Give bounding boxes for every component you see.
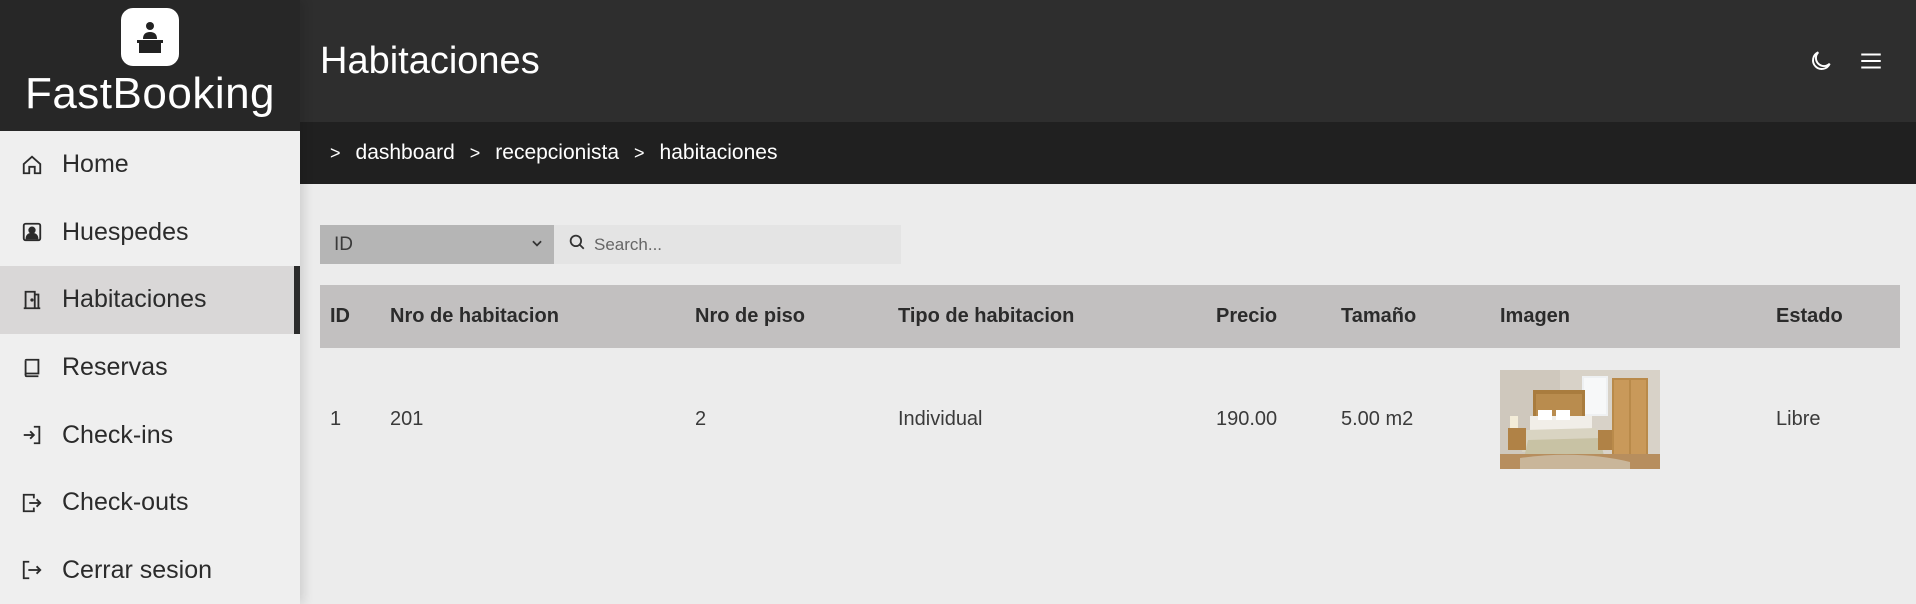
page-title: Habitaciones — [320, 39, 540, 82]
menu-icon[interactable] — [1856, 46, 1886, 76]
sidebar-item-cerrar-sesion[interactable]: Cerrar sesion — [0, 537, 300, 604]
column-header-id[interactable]: ID — [320, 285, 380, 348]
table-row[interactable]: 1 201 2 Individual 190.00 5.00 m2 Libre — [320, 348, 1900, 491]
table-header-row: ID Nro de habitacion Nro de piso Tipo de… — [320, 285, 1900, 348]
logout-box-icon — [20, 491, 44, 515]
moon-icon[interactable] — [1806, 46, 1836, 76]
topbar-actions — [1806, 46, 1886, 76]
chevron-right-icon: > — [469, 142, 481, 163]
breadcrumb-dashboard[interactable]: dashboard — [356, 141, 455, 165]
home-icon — [20, 153, 44, 177]
column-header-precio[interactable]: Precio — [1206, 285, 1331, 348]
cell-id: 1 — [330, 408, 342, 430]
chevron-down-icon — [530, 234, 544, 256]
sidebar-item-label: Home — [62, 150, 129, 179]
sidebar-item-label: Cerrar sesion — [62, 555, 213, 584]
search-box — [554, 225, 901, 264]
sidebar-item-reservas[interactable]: Reservas — [0, 334, 300, 402]
sidebar-item-habitaciones[interactable]: Habitaciones — [0, 266, 300, 334]
select-value: ID — [334, 233, 353, 255]
filter-field-select[interactable]: ID — [320, 225, 554, 264]
topbar: Habitaciones — [300, 0, 1916, 122]
room-image[interactable] — [1500, 370, 1660, 469]
receptionist-logo-icon — [121, 8, 179, 66]
column-header-tipo[interactable]: Tipo de habitacion — [888, 285, 1206, 348]
column-header-nro-piso[interactable]: Nro de piso — [685, 285, 888, 348]
breadcrumb: > dashboard > recepcionista > habitacion… — [300, 122, 1916, 184]
cell-precio: 190.00 — [1216, 408, 1278, 430]
rooms-table: ID Nro de habitacion Nro de piso Tipo de… — [320, 285, 1900, 491]
cell-imagen — [1490, 348, 1766, 491]
sidebar-item-label: Check-ins — [62, 420, 174, 449]
chevron-right-icon: > — [330, 142, 341, 163]
sidebar-item-check-outs[interactable]: Check-outs — [0, 469, 300, 537]
breadcrumb-recepcionista[interactable]: recepcionista — [495, 141, 619, 165]
book-icon — [20, 356, 44, 380]
sidebar: FastBooking Home Huespedes Habitaciones … — [0, 0, 300, 604]
cell-nro-habitacion: 201 — [390, 408, 424, 430]
logout-icon — [20, 558, 44, 582]
sidebar-item-label: Habitaciones — [62, 285, 207, 314]
chevron-right-icon: > — [634, 142, 645, 163]
column-header-imagen[interactable]: Imagen — [1490, 285, 1766, 348]
sidebar-item-check-ins[interactable]: Check-ins — [0, 401, 300, 469]
cell-nro-piso: 2 — [695, 408, 707, 430]
brand-name: FastBooking — [24, 69, 276, 118]
cell-tipo: Individual — [898, 408, 983, 430]
filter-bar: ID — [320, 225, 901, 264]
sidebar-item-home[interactable]: Home — [0, 131, 300, 199]
breadcrumb-habitaciones[interactable]: habitaciones — [660, 141, 778, 165]
cell-estado: Libre — [1776, 408, 1821, 430]
sidebar-item-label: Check-outs — [62, 488, 189, 517]
door-icon — [20, 288, 44, 312]
search-input[interactable] — [594, 234, 894, 255]
cell-tamano: 5.00 m2 — [1341, 408, 1414, 430]
sidebar-item-label: Huespedes — [62, 217, 189, 246]
user-square-icon — [20, 220, 44, 244]
sidebar-item-label: Reservas — [62, 353, 168, 382]
search-icon — [568, 233, 586, 256]
sidebar-nav: Home Huespedes Habitaciones Reservas Che… — [0, 131, 300, 604]
sidebar-item-huespedes[interactable]: Huespedes — [0, 199, 300, 267]
brand[interactable]: FastBooking — [0, 0, 300, 131]
column-header-tamano[interactable]: Tamaño — [1331, 285, 1490, 348]
login-icon — [20, 423, 44, 447]
column-header-estado[interactable]: Estado — [1766, 285, 1900, 348]
column-header-nro-habitacion[interactable]: Nro de habitacion — [380, 285, 685, 348]
